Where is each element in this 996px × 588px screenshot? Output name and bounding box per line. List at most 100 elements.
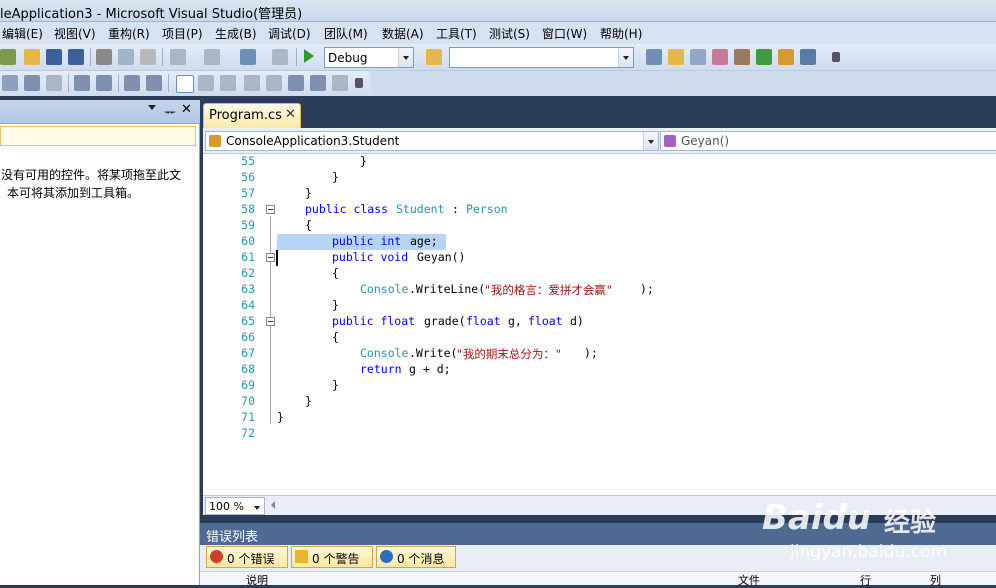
increase-indent-icon[interactable] [96, 75, 112, 91]
line-number: 60 [241, 234, 255, 248]
solution-configuration-select[interactable]: Debug [324, 47, 414, 68]
save-icon[interactable] [46, 49, 62, 65]
menu-data[interactable]: 数据(A) [382, 25, 424, 42]
code-line: } [332, 378, 339, 392]
navigate-backward-icon[interactable] [240, 49, 256, 65]
decrease-indent-icon[interactable] [74, 75, 90, 91]
messages-count-label: 0 个消息 [397, 552, 445, 566]
scroll-left-icon[interactable] [271, 501, 275, 509]
class-view-icon[interactable] [778, 49, 794, 65]
pin-icon[interactable]: ᅲ [164, 102, 176, 121]
clear-bookmarks-icon[interactable] [332, 75, 348, 91]
chevron-down-icon[interactable] [398, 48, 413, 67]
solution-explorer-icon[interactable] [646, 49, 662, 65]
cut-icon[interactable] [96, 49, 112, 65]
line-number: 59 [241, 218, 255, 232]
properties-icon[interactable] [668, 49, 684, 65]
menu-team[interactable]: 团队(M) [324, 25, 368, 42]
start-page-icon[interactable] [756, 49, 772, 65]
previous-bookmark-doc-icon[interactable] [288, 75, 304, 91]
parameter-info-icon[interactable] [24, 75, 40, 91]
add-item-icon[interactable] [0, 49, 16, 65]
collapse-icon[interactable] [266, 253, 275, 262]
error-icon [210, 550, 223, 563]
code-token: grade( [424, 314, 466, 328]
bookmark-icon[interactable] [176, 75, 194, 93]
line-number: 67 [241, 346, 255, 360]
quick-info-icon[interactable] [46, 75, 62, 91]
next-bookmark-doc-icon[interactable] [310, 75, 326, 91]
toolbar-options-icon[interactable] [355, 78, 363, 88]
line-number: 69 [241, 378, 255, 392]
copy-icon[interactable] [118, 49, 134, 65]
code-string: "我的期末总分为：" [456, 347, 562, 361]
errors-count-label: 0 个错误 [227, 552, 275, 566]
toolbox-header: ᅲ ✕ [0, 100, 200, 124]
menu-test[interactable]: 测试(S) [489, 25, 530, 42]
code-token: age; [410, 234, 438, 248]
watermark-brand: Baidu [762, 498, 872, 538]
errors-filter-button[interactable]: 0 个错误 [206, 546, 288, 568]
warnings-filter-button[interactable]: 0 个警告 [291, 546, 373, 568]
menu-refactor[interactable]: 重构(R) [108, 25, 150, 42]
close-icon[interactable]: ✕ [285, 107, 296, 122]
column-line[interactable]: 行 [860, 572, 871, 588]
toolbox-search-bar[interactable] [0, 126, 196, 146]
find-combo[interactable] [449, 47, 634, 68]
type-dropdown[interactable]: ConsoleApplication3.Student [205, 131, 659, 151]
menu-tools[interactable]: 工具(T) [436, 25, 477, 42]
comment-out-icon[interactable] [124, 75, 140, 91]
close-icon[interactable]: ✕ [181, 102, 192, 117]
open-file-icon[interactable] [24, 49, 40, 65]
navigation-bar: ConsoleApplication3.Student Geyan() [203, 128, 996, 154]
collapse-icon[interactable] [266, 205, 275, 214]
line-number: 66 [241, 330, 255, 344]
menu-build[interactable]: 生成(B) [215, 25, 257, 42]
previous-bookmark-folder-icon[interactable] [244, 75, 260, 91]
menu-project[interactable]: 项目(P) [162, 25, 203, 42]
chevron-down-icon[interactable] [148, 105, 156, 110]
undo-icon[interactable] [170, 49, 186, 65]
previous-bookmark-icon[interactable] [198, 75, 214, 91]
chevron-down-icon[interactable] [250, 498, 264, 514]
next-bookmark-icon[interactable] [220, 75, 236, 91]
save-all-icon[interactable] [68, 49, 84, 65]
start-debugging-icon[interactable] [304, 49, 314, 63]
object-browser-icon[interactable] [690, 49, 706, 65]
column-description[interactable]: 说明 [246, 572, 268, 588]
chevron-down-icon[interactable] [618, 48, 633, 67]
command-window-icon[interactable] [800, 49, 816, 65]
menu-window[interactable]: 窗口(W) [542, 25, 587, 42]
code-keyword: public float [332, 314, 416, 328]
code-line: } [305, 186, 312, 200]
next-bookmark-folder-icon[interactable] [266, 75, 282, 91]
collapse-icon[interactable] [266, 317, 275, 326]
menu-view[interactable]: 视图(V) [54, 25, 96, 42]
redo-icon[interactable] [204, 49, 220, 65]
code-line: } [360, 154, 367, 168]
code-line: } [277, 410, 284, 424]
member-list-icon[interactable] [2, 75, 18, 91]
menu-edit[interactable]: 编辑(E) [2, 25, 43, 42]
code-keyword: public class [305, 202, 389, 216]
navigate-forward-icon[interactable] [272, 49, 288, 65]
paste-icon[interactable] [140, 49, 156, 65]
menu-debug[interactable]: 调试(D) [268, 25, 311, 42]
line-number: 62 [241, 266, 255, 280]
uncomment-icon[interactable] [146, 75, 162, 91]
toolbar-options-icon[interactable] [832, 52, 840, 62]
menu-help[interactable]: 帮助(H) [600, 25, 642, 42]
chevron-down-icon[interactable] [643, 132, 658, 150]
column-column[interactable]: 列 [930, 572, 941, 588]
column-file[interactable]: 文件 [738, 572, 760, 588]
toolbox-icon[interactable] [712, 49, 728, 65]
member-dropdown-value: Geyan() [681, 134, 730, 148]
tools-icon[interactable] [734, 49, 750, 65]
member-dropdown[interactable]: Geyan() [660, 131, 996, 151]
zoom-select[interactable]: 100 % [205, 497, 265, 515]
find-in-files-icon[interactable] [426, 49, 442, 65]
tab-program-cs[interactable]: Program.cs ✕ [203, 103, 301, 128]
toolbar-separator [168, 74, 169, 92]
messages-filter-button[interactable]: 0 个消息 [376, 546, 456, 568]
code-line: } [332, 170, 339, 184]
